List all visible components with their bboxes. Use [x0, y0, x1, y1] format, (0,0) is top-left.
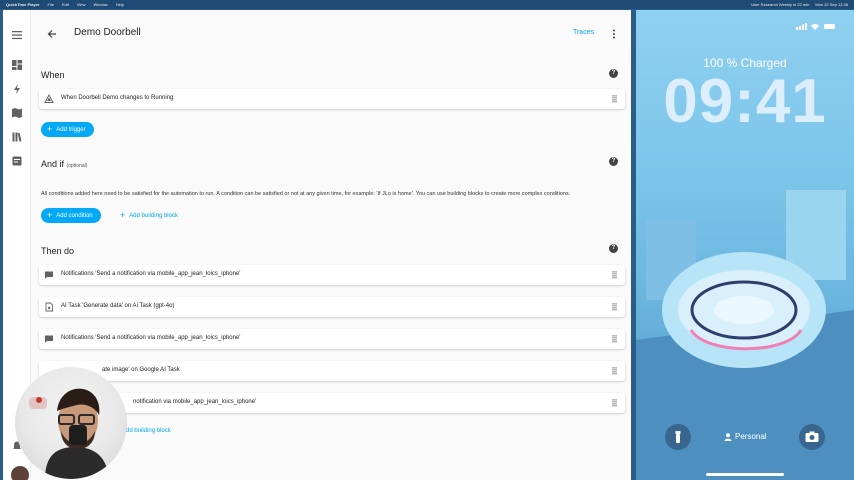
- message-icon: [45, 271, 53, 279]
- action-card[interactable]: Notifications 'Send a notification via m…: [39, 329, 625, 349]
- action-text: AI Task 'Generate data' on Ai Task (gpt-…: [61, 303, 175, 309]
- menubar-status: User Research Weekly in 22 min Mon 22 Se…: [751, 0, 848, 9]
- focus-mode[interactable]: Personal: [724, 432, 767, 441]
- when-heading: When: [41, 70, 65, 80]
- drag-handle-icon[interactable]: [612, 271, 617, 279]
- logbook-icon[interactable]: [11, 131, 23, 143]
- presenter-video: [29, 388, 109, 479]
- status-icons: [796, 23, 835, 30]
- then-do-help-icon[interactable]: ?: [609, 244, 618, 253]
- menubar-view[interactable]: View: [77, 2, 86, 7]
- energy-icon[interactable]: [11, 83, 23, 95]
- mac-menubar: QuickTime Player File Edit View Window H…: [0, 0, 854, 9]
- trigger-text: When Doorbell Demo changes to Running: [61, 95, 174, 101]
- action-text: Notifications 'Send a notification via m…: [61, 335, 241, 341]
- menubar-file[interactable]: File: [48, 2, 54, 7]
- when-help-icon[interactable]: ?: [609, 69, 618, 78]
- and-if-title: And if: [41, 159, 65, 169]
- iphone-lock-screen: 100 % Charged 09:41 Personal: [636, 10, 854, 480]
- and-if-help-icon[interactable]: ?: [609, 157, 618, 166]
- then-do-heading: Then do: [41, 246, 75, 256]
- add-building-block-label: Add building block: [129, 212, 178, 219]
- plus-icon: +: [120, 210, 126, 220]
- traces-button[interactable]: Traces: [573, 29, 594, 36]
- back-arrow-icon[interactable]: [46, 28, 58, 40]
- drag-handle-icon[interactable]: [612, 399, 617, 407]
- action-text: notification via mobile_app_jean_loics_i…: [133, 399, 257, 405]
- conditions-description: All conditions added here need to be sat…: [41, 191, 571, 197]
- add-trigger-button[interactable]: + Add trigger: [41, 122, 94, 137]
- optional-label: (optional): [66, 163, 88, 169]
- menubar-app[interactable]: QuickTime Player: [6, 2, 40, 7]
- add-condition-button[interactable]: + Add condition: [41, 208, 101, 223]
- add-action-building-block-button[interactable]: Add building block: [122, 428, 171, 434]
- plus-icon: +: [47, 124, 53, 134]
- menubar-window[interactable]: Window: [93, 2, 107, 7]
- add-condition-label: Add condition: [56, 212, 93, 219]
- menubar-clock[interactable]: Mon 22 Sep 12:38: [815, 2, 848, 7]
- state-trigger-icon: [44, 94, 54, 103]
- flashlight-icon: [675, 431, 681, 443]
- action-text: ate image' on Google AI Task: [102, 367, 180, 373]
- ai-file-icon: [45, 302, 53, 312]
- add-building-block-button[interactable]: + Add building block: [120, 211, 178, 220]
- menubar-help[interactable]: Help: [116, 2, 124, 7]
- camera-button[interactable]: [799, 424, 825, 450]
- menubar-event[interactable]: User Research Weekly in 22 min: [751, 2, 809, 7]
- home-indicator[interactable]: [706, 473, 784, 476]
- drag-handle-icon[interactable]: [612, 303, 617, 311]
- add-building-block-label: Add building block: [122, 428, 171, 434]
- drag-handle-icon[interactable]: [612, 367, 617, 375]
- page-title: Demo Doorbell: [74, 27, 141, 38]
- webcam-overlay: [15, 367, 127, 479]
- top-bar: Demo Doorbell Traces: [31, 22, 631, 46]
- and-if-heading: And if (optional): [41, 159, 87, 169]
- flashlight-button[interactable]: [665, 424, 691, 450]
- trigger-card[interactable]: When Doorbell Demo changes to Running: [39, 89, 625, 109]
- person-icon: [724, 432, 732, 441]
- action-card[interactable]: notification via mobile_app_jean_loics_i…: [39, 393, 625, 413]
- action-text: Notifications 'Send a notification via m…: [61, 271, 241, 277]
- drag-handle-icon[interactable]: [612, 95, 617, 103]
- camera-icon: [805, 431, 819, 442]
- focus-label: Personal: [735, 432, 767, 441]
- menu-icon[interactable]: [11, 29, 23, 41]
- dashboard-icon[interactable]: [11, 59, 23, 71]
- message-icon: [45, 335, 53, 343]
- plus-icon: +: [47, 210, 53, 220]
- more-vert-icon[interactable]: [611, 28, 617, 40]
- action-card[interactable]: AI Task 'Generate data' on Ai Task (gpt-…: [39, 297, 625, 317]
- map-icon[interactable]: [11, 107, 23, 119]
- action-card[interactable]: ate image' on Google AI Task: [39, 361, 625, 381]
- drag-handle-icon[interactable]: [612, 335, 617, 343]
- menubar-edit[interactable]: Edit: [62, 2, 69, 7]
- add-trigger-label: Add trigger: [56, 126, 86, 133]
- action-card[interactable]: Notifications 'Send a notification via m…: [39, 265, 625, 285]
- history-icon[interactable]: [11, 155, 23, 167]
- user-avatar[interactable]: [11, 466, 29, 480]
- lock-screen-clock: 09:41: [663, 67, 827, 136]
- home-assistant-window: Demo Doorbell Traces When ? When Doorbel…: [3, 10, 631, 480]
